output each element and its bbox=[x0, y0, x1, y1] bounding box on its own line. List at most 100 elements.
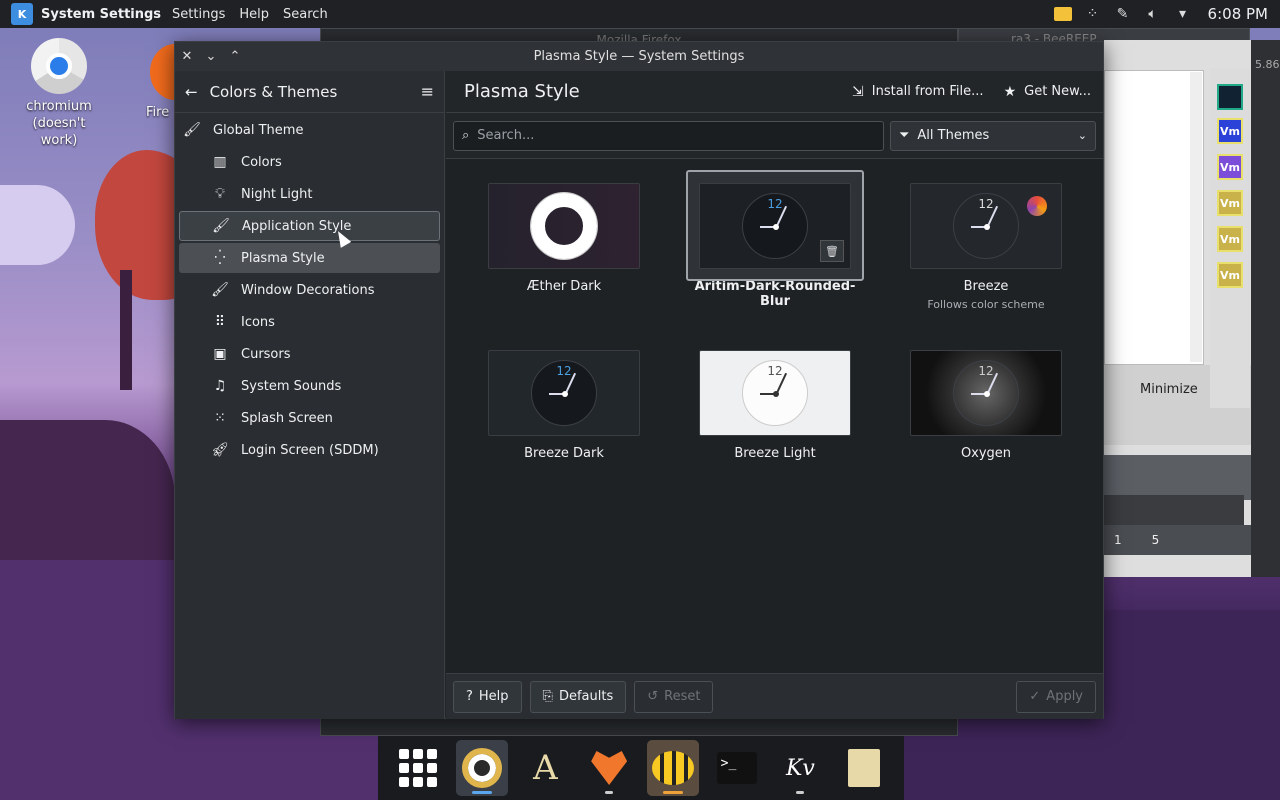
sidebar-item-window-decorations[interactable]: 🖌︎ Window Decorations bbox=[179, 275, 440, 305]
system-settings-dock-icon[interactable] bbox=[455, 740, 508, 796]
desktop-icon-chromium[interactable]: chromium (doesn't work) bbox=[14, 38, 104, 149]
star-icon: ★ bbox=[1003, 83, 1017, 100]
desktop-icon-firefox[interactable]: Fire bbox=[146, 44, 174, 121]
get-new-button[interactable]: Get New... bbox=[1024, 84, 1091, 99]
dock: A >_ Kv bbox=[378, 736, 904, 800]
pen-icon[interactable]: ✎ bbox=[1112, 5, 1134, 23]
menu-settings[interactable]: Settings bbox=[172, 7, 225, 22]
theme-tile-aritim-dark[interactable]: 12 🗑︎ Aritim-Dark-Rounded-Blur bbox=[681, 170, 869, 309]
defaults-icon: ⎘ bbox=[542, 689, 553, 704]
theme-tile-breeze-light[interactable]: 12 Breeze Light bbox=[681, 350, 869, 461]
theme-tile-breeze[interactable]: 12 Breeze Follows color scheme bbox=[892, 183, 1080, 311]
install-file-icon: ⇲ bbox=[852, 83, 864, 100]
minimize-icon[interactable]: ⌄ bbox=[199, 49, 223, 64]
folder-icon[interactable] bbox=[1052, 5, 1074, 23]
sidebar-item-cursors[interactable]: ▣ Cursors bbox=[179, 339, 440, 369]
theme-name: Breeze Light bbox=[734, 446, 816, 461]
background-input[interactable] bbox=[1104, 495, 1244, 525]
arrow-down-icon[interactable]: ▾ bbox=[1172, 5, 1194, 23]
running-indicator bbox=[662, 791, 683, 794]
volume-icon[interactable]: 🔈︎ bbox=[1142, 5, 1164, 23]
vm-icon[interactable]: Vm bbox=[1217, 154, 1243, 180]
chevron-down-icon: ⌄ bbox=[1077, 129, 1087, 142]
status-a: 1 bbox=[1114, 533, 1122, 547]
firefox-dock-icon[interactable] bbox=[583, 740, 635, 796]
sidebar-item-splash-screen[interactable]: ⁙ Splash Screen bbox=[179, 403, 440, 433]
trash-dock-icon[interactable] bbox=[838, 740, 890, 796]
page-title: Plasma Style bbox=[464, 81, 580, 102]
color-scheme-icon bbox=[1027, 196, 1047, 216]
active-app-name: System Settings bbox=[41, 6, 162, 22]
desktop-icon-label: chromium (doesn't work) bbox=[26, 99, 92, 148]
delete-icon[interactable]: 🗑︎ bbox=[820, 240, 844, 262]
help-label: Help bbox=[478, 689, 509, 704]
background-window-edge: 5.86 bbox=[1251, 40, 1280, 577]
dots-icon: ⁛ bbox=[214, 250, 226, 266]
vm-icon[interactable]: Vm bbox=[1217, 226, 1243, 252]
sidebar-item-global-theme[interactable]: 🖌︎ Global Theme bbox=[179, 115, 440, 145]
clock[interactable]: 6:08 PM bbox=[1208, 5, 1268, 23]
apply-label: Apply bbox=[1046, 689, 1083, 704]
ring-preview-icon bbox=[531, 193, 597, 259]
bulb-icon: 💡︎ bbox=[215, 186, 225, 202]
vm-icon[interactable]: Vm bbox=[1217, 118, 1243, 144]
background-statusbar: 1 5 bbox=[1104, 525, 1251, 555]
app-launcher-icon[interactable] bbox=[392, 740, 444, 796]
cursor-box-icon: ▣ bbox=[213, 346, 227, 362]
kv-icon: Kv bbox=[785, 755, 815, 781]
theme-name: Æther Dark bbox=[526, 279, 602, 294]
menu-help[interactable]: Help bbox=[239, 7, 269, 22]
vm-icon[interactable]: Vm bbox=[1217, 190, 1243, 216]
text-editor-dock-icon[interactable]: A bbox=[519, 740, 571, 796]
content-header: Plasma Style ⇲ Install from File... ★ Ge… bbox=[446, 71, 1103, 113]
install-from-file-button[interactable]: Install from File... bbox=[872, 84, 984, 99]
sidebar-item-icons[interactable]: ⠿ Icons bbox=[179, 307, 440, 337]
sidebar-item-plasma-style[interactable]: ⁛ Plasma Style bbox=[179, 243, 440, 273]
back-arrow-icon[interactable]: ← bbox=[185, 83, 198, 101]
sidebar: ← Colors & Themes ≡ 🖌︎ Global Theme ▥ Co… bbox=[175, 71, 445, 719]
clock-preview-icon: 12 bbox=[742, 193, 808, 259]
close-icon[interactable]: ✕ bbox=[175, 49, 199, 64]
reset-button[interactable]: ↺ Reset bbox=[634, 680, 714, 713]
sidebar-item-application-style[interactable]: 🖌︎ Application Style bbox=[179, 211, 440, 241]
minimize-label[interactable]: Minimize bbox=[1140, 382, 1198, 397]
theme-preview bbox=[488, 183, 640, 269]
filter-dropdown[interactable]: ⏷ All Themes ⌄ bbox=[890, 120, 1096, 151]
kvantum-dock-icon[interactable]: Kv bbox=[774, 740, 826, 796]
terminal-dock-icon[interactable]: >_ bbox=[711, 740, 763, 796]
kde-logo-icon[interactable]: K bbox=[11, 3, 33, 25]
hamburger-menu-icon[interactable]: ≡ bbox=[421, 82, 434, 101]
maximize-icon[interactable]: ⌃ bbox=[223, 49, 247, 64]
theme-tile-oxygen[interactable]: 12 Oxygen bbox=[892, 350, 1080, 461]
desktop-icon-label: Fire bbox=[146, 105, 170, 120]
sidebar-item-colors[interactable]: ▥ Colors bbox=[179, 147, 440, 177]
search-input[interactable]: ⌕ Search... bbox=[453, 120, 884, 151]
sidebar-item-login-screen[interactable]: 🚀︎ Login Screen (SDDM) bbox=[179, 435, 440, 465]
network-icon[interactable]: ⁘ bbox=[1082, 5, 1104, 23]
background-scrollbar[interactable] bbox=[1190, 72, 1202, 362]
chromium-icon bbox=[31, 38, 87, 94]
defaults-button[interactable]: ⎘ Defaults bbox=[529, 680, 627, 713]
sidebar-item-system-sounds[interactable]: ♫ System Sounds bbox=[179, 371, 440, 401]
apply-button[interactable]: ✓ Apply bbox=[1016, 680, 1096, 713]
running-indicator bbox=[471, 791, 492, 794]
vm-icon[interactable]: Vm bbox=[1217, 262, 1243, 288]
clock-preview-icon: 12 bbox=[531, 360, 597, 426]
menu-search[interactable]: Search bbox=[283, 7, 328, 22]
help-icon: ? bbox=[466, 689, 473, 704]
bee-app-dock-icon[interactable] bbox=[646, 740, 699, 796]
matrix-icon[interactable] bbox=[1217, 84, 1243, 110]
window-titlebar[interactable]: ✕ ⌄ ⌃ Plasma Style — System Settings bbox=[175, 42, 1103, 71]
brush-icon: 🖌︎ bbox=[212, 218, 230, 234]
content-area: Plasma Style ⇲ Install from File... ★ Ge… bbox=[446, 71, 1103, 719]
theme-tile-breeze-dark[interactable]: 12 Breeze Dark bbox=[470, 350, 658, 461]
clock-preview-icon: 12 bbox=[742, 360, 808, 426]
help-button[interactable]: ? Help bbox=[453, 680, 522, 713]
music-icon: ♫ bbox=[213, 378, 227, 394]
letter-a-icon: A bbox=[533, 748, 558, 788]
sidebar-item-night-light[interactable]: 💡︎ Night Light bbox=[179, 179, 440, 209]
sidebar-item-label: Global Theme bbox=[213, 122, 304, 138]
theme-preview: 12 bbox=[910, 183, 1062, 269]
theme-tile-aether-dark[interactable]: Æther Dark bbox=[470, 183, 658, 294]
sidebar-item-label: Colors bbox=[241, 154, 282, 170]
